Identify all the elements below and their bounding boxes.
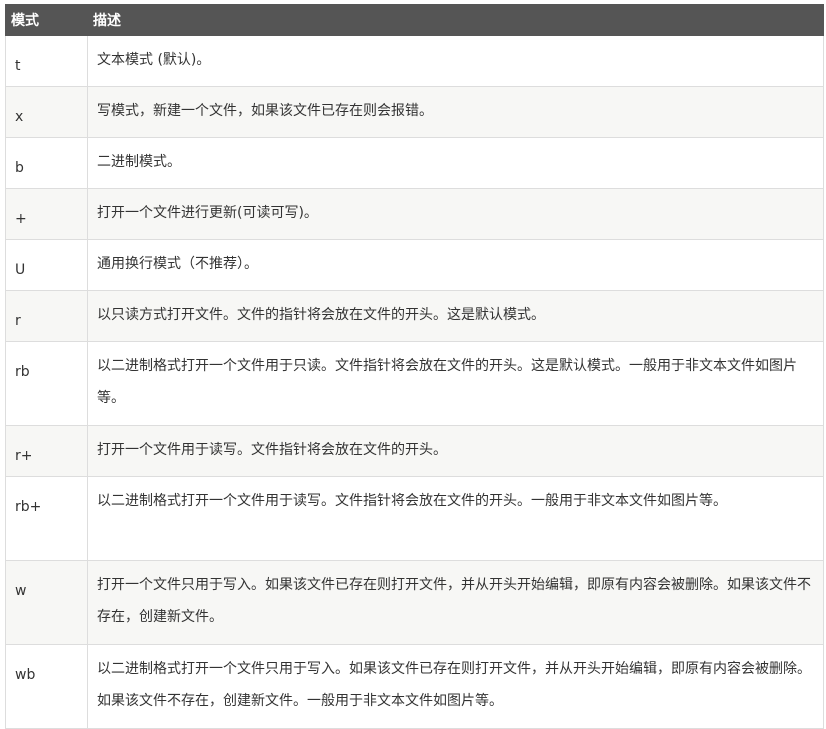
description-cell: 打开一个文件进行更新(可读可写)。	[87, 188, 824, 240]
mode-cell: w	[5, 560, 88, 645]
mode-cell: wb	[5, 644, 88, 729]
description-cell: 二进制模式。	[87, 137, 824, 189]
mode-cell: U	[5, 239, 88, 291]
description-cell: 通用换行模式（不推荐）。	[87, 239, 824, 291]
table-row: wb 以二进制格式打开一个文件只用于写入。如果该文件已存在则打开文件，并从开头开…	[5, 644, 824, 729]
description-cell: 以只读方式打开文件。文件的指针将会放在文件的开头。这是默认模式。	[87, 290, 824, 342]
description-cell: 打开一个文件只用于写入。如果该文件已存在则打开文件，并从开头开始编辑，即原有内容…	[87, 560, 824, 645]
header-row: 模式 描述	[5, 4, 824, 36]
mode-cell: rb	[5, 341, 88, 426]
mode-cell: t	[5, 35, 88, 87]
description-cell: 打开一个文件用于读写。文件指针将会放在文件的开头。	[87, 425, 824, 477]
mode-cell: +	[5, 188, 88, 240]
mode-cell: x	[5, 86, 88, 138]
header-mode: 模式	[5, 4, 88, 36]
mode-cell: rb+	[5, 476, 88, 561]
table-header: 模式 描述	[5, 4, 824, 36]
table-row: t 文本模式 (默认)。	[5, 35, 824, 87]
table-body: t 文本模式 (默认)。 x 写模式，新建一个文件，如果该文件已存在则会报错。 …	[5, 35, 824, 729]
description-cell: 以二进制格式打开一个文件用于读写。文件指针将会放在文件的开头。一般用于非文本文件…	[87, 476, 824, 561]
table-row: U 通用换行模式（不推荐）。	[5, 239, 824, 291]
table-row: r 以只读方式打开文件。文件的指针将会放在文件的开头。这是默认模式。	[5, 290, 824, 342]
header-description: 描述	[87, 4, 824, 36]
table-row: w 打开一个文件只用于写入。如果该文件已存在则打开文件，并从开头开始编辑，即原有…	[5, 560, 824, 645]
table-row: b 二进制模式。	[5, 137, 824, 189]
mode-cell: r	[5, 290, 88, 342]
description-cell: 以二进制格式打开一个文件用于只读。文件指针将会放在文件的开头。这是默认模式。一般…	[87, 341, 824, 426]
table-row: x 写模式，新建一个文件，如果该文件已存在则会报错。	[5, 86, 824, 138]
description-cell: 文本模式 (默认)。	[87, 35, 824, 87]
table-row: r+ 打开一个文件用于读写。文件指针将会放在文件的开头。	[5, 425, 824, 477]
mode-cell: r+	[5, 425, 88, 477]
description-cell: 以二进制格式打开一个文件只用于写入。如果该文件已存在则打开文件，并从开头开始编辑…	[87, 644, 824, 729]
file-mode-table: 模式 描述 t 文本模式 (默认)。 x 写模式，新建一个文件，如果该文件已存在…	[5, 4, 824, 729]
table-row: + 打开一个文件进行更新(可读可写)。	[5, 188, 824, 240]
description-cell: 写模式，新建一个文件，如果该文件已存在则会报错。	[87, 86, 824, 138]
mode-cell: b	[5, 137, 88, 189]
table-row: rb 以二进制格式打开一个文件用于只读。文件指针将会放在文件的开头。这是默认模式…	[5, 341, 824, 426]
table-row: rb+ 以二进制格式打开一个文件用于读写。文件指针将会放在文件的开头。一般用于非…	[5, 476, 824, 561]
